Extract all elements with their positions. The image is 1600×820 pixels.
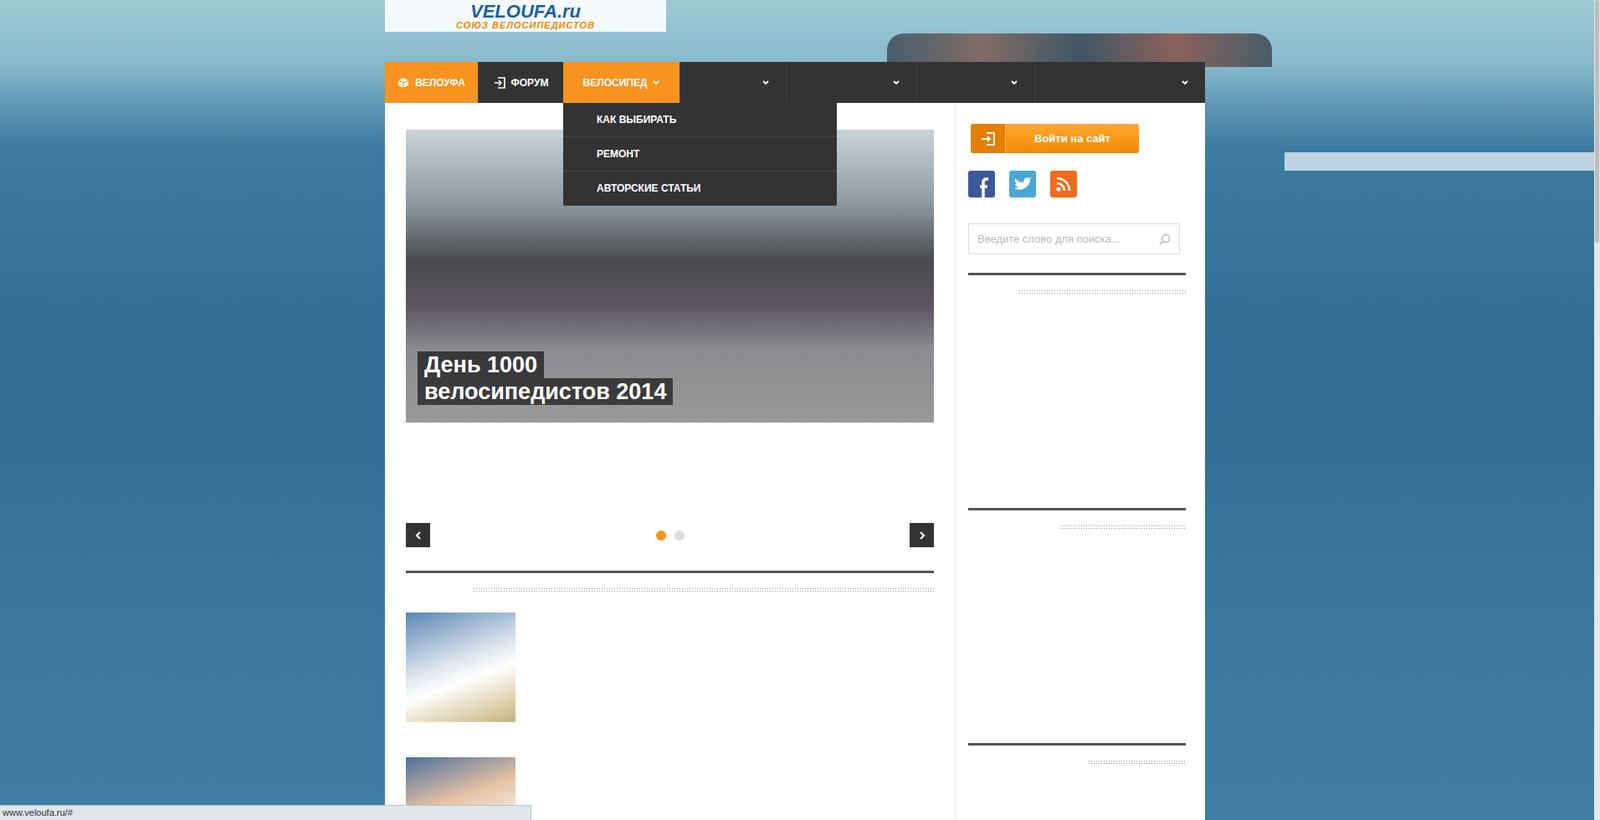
login-icon-box <box>970 123 1006 154</box>
nav-label[interactable]: ФОРУМ <box>511 77 549 88</box>
nav-item[interactable]: ВЕЛОУФА <box>384 61 478 103</box>
caption-line[interactable]: День 1000 <box>417 351 544 379</box>
nav-item[interactable]: ВЕЛОСИПЕДКАК ВЫБИРАТЬРЕМОНТАВТОРСКИЕ СТА… <box>563 61 680 103</box>
sign-in-icon <box>980 131 996 147</box>
chevron-down-icon <box>762 80 770 86</box>
sidebar-widget <box>968 507 1186 744</box>
dropdown-label[interactable]: КАК ВЫБИРАТЬ <box>596 112 677 128</box>
search-input[interactable] <box>977 230 1154 248</box>
scrollbar-thumb[interactable] <box>1594 0 1600 243</box>
cube-icon <box>397 76 410 89</box>
dropdown-menu: КАК ВЫБИРАТЬ РЕМОНТ АВТОРСКИЕ СТАТЬИ <box>563 102 837 206</box>
prev-button[interactable] <box>405 523 431 548</box>
widget-title-decoration <box>1060 524 1186 531</box>
arrow-left-icon <box>415 531 422 540</box>
login-button[interactable]: Войти на сайт <box>970 123 1139 154</box>
dropdown-label[interactable]: РЕМОНТ <box>596 146 640 162</box>
content: День 1000велосипедистов 2014 Войти на сай… <box>384 102 1206 820</box>
section-title-decoration <box>472 587 934 594</box>
dropdown-item[interactable]: РЕМОНТ <box>563 137 837 172</box>
widget-divider <box>968 507 1186 511</box>
status-url: www.veloufa.ru/# <box>2 808 73 818</box>
facebook-icon <box>974 175 989 198</box>
nav-item[interactable] <box>679 61 786 103</box>
ice-floe <box>1284 152 1600 171</box>
logo-subtitle[interactable]: СОЮЗ ВЕЛОСИПЕДИСТОВ <box>456 20 595 31</box>
sidebar: Войти на сайт <box>954 102 1186 820</box>
search-icon <box>1158 233 1171 246</box>
rss-link[interactable] <box>1050 170 1077 198</box>
widget-title-decoration <box>1087 759 1186 766</box>
nav-label[interactable]: ВЕЛОСИПЕД <box>583 77 648 88</box>
logo-title[interactable]: VELOUFA.ru <box>470 3 581 21</box>
sign-in-icon <box>493 76 506 89</box>
nav-label[interactable]: ВЕЛОУФА <box>415 77 466 88</box>
dropdown-item[interactable]: АВТОРСКИЕ СТАТЬИ <box>563 171 837 206</box>
social-links <box>968 170 1186 198</box>
dropdown-label[interactable]: АВТОРСКИЕ СТАТЬИ <box>596 180 702 196</box>
chevron-down-icon <box>1010 80 1018 86</box>
slider-dots <box>656 530 685 541</box>
main-nav: ВЕЛОУФА ФОРУМ ВЕЛОСИПЕДКАК ВЫБИРАТЬРЕМОНТА… <box>384 61 1206 103</box>
sidebar-widget <box>968 743 1186 820</box>
next-button[interactable] <box>909 523 934 548</box>
page: VELOUFA.ruСОЮЗ ВЕЛОСИПЕДИСТОВ ВЕЛОУФА ФОРУ… <box>384 0 1206 820</box>
twitter-icon <box>1013 176 1032 192</box>
chevron-down-icon <box>652 80 660 86</box>
rss-icon <box>1056 176 1072 192</box>
widget-divider <box>968 272 1186 276</box>
sidebar-widget <box>968 272 1186 508</box>
chevron-down-icon <box>892 80 900 86</box>
widget-divider <box>968 743 1186 746</box>
caption-line[interactable]: велосипедистов 2014 <box>417 378 673 406</box>
status-bar: www.veloufa.ru/# <box>0 805 532 820</box>
login-label[interactable]: Войти на сайт <box>1005 123 1139 154</box>
facebook-link[interactable] <box>968 170 995 198</box>
widget-title-decoration <box>1018 289 1186 296</box>
main-column: День 1000велосипедистов 2014 <box>405 102 934 820</box>
nav-item[interactable] <box>916 61 1035 103</box>
search-box <box>968 223 1180 255</box>
slider-dot[interactable] <box>656 530 667 541</box>
slider-dot[interactable] <box>674 530 685 541</box>
dropdown-item[interactable]: КАК ВЫБИРАТЬ <box>563 102 837 138</box>
news-thumbnail[interactable] <box>405 612 516 723</box>
twitter-link[interactable] <box>1009 170 1036 198</box>
arrow-right-icon <box>918 531 926 540</box>
nav-item[interactable] <box>785 61 917 103</box>
site-logo[interactable]: VELOUFA.ruСОЮЗ ВЕЛОСИПЕДИСТОВ <box>384 0 667 32</box>
nav-item[interactable] <box>1034 61 1206 103</box>
slider-controls <box>405 523 934 548</box>
slide-caption: День 1000велосипедистов 2014 <box>417 351 673 406</box>
section-divider <box>405 570 934 574</box>
chevron-down-icon <box>1181 80 1189 86</box>
nav-item[interactable]: ФОРУМ <box>477 61 564 103</box>
